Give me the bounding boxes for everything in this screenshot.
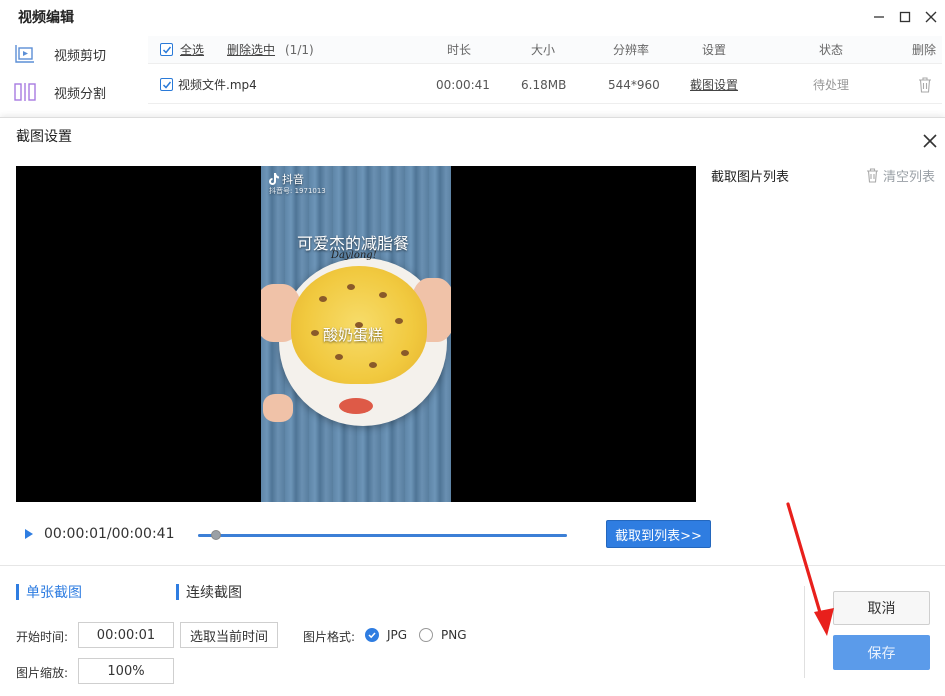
delete-row-button[interactable] bbox=[918, 66, 932, 103]
sidebar-item-label: 视频剪切 bbox=[54, 48, 107, 64]
radio-checked-icon bbox=[365, 628, 379, 642]
select-all-checkbox[interactable] bbox=[160, 36, 173, 63]
capture-to-list-button[interactable]: 截取到列表>> bbox=[606, 520, 711, 548]
tab-continuous-screenshot[interactable]: 连续截图 bbox=[176, 582, 242, 602]
minimize-button[interactable] bbox=[868, 6, 890, 28]
start-time-label: 开始时间: bbox=[16, 630, 69, 644]
format-option-jpg[interactable]: JPG bbox=[365, 628, 407, 642]
select-current-time-button[interactable]: 选取当前时间 bbox=[180, 622, 278, 648]
maximize-icon bbox=[899, 11, 911, 23]
column-header-resolution: 分辨率 bbox=[613, 43, 650, 57]
column-header-size: 大小 bbox=[531, 43, 556, 57]
video-user-id: 抖音号: 1971013 bbox=[269, 187, 326, 195]
file-name: 视频文件.mp4 bbox=[178, 78, 257, 92]
slider-handle[interactable] bbox=[211, 530, 221, 540]
close-icon bbox=[923, 134, 937, 148]
play-button[interactable] bbox=[24, 528, 34, 544]
video-split-icon bbox=[12, 81, 38, 103]
tiktok-icon bbox=[269, 173, 279, 185]
save-button[interactable]: 保存 bbox=[833, 635, 930, 670]
window-title: 视频编辑 bbox=[18, 10, 74, 26]
format-option-label: JPG bbox=[387, 628, 408, 642]
checkbox-checked-icon bbox=[160, 78, 173, 91]
sidebar-item-label: 视频分割 bbox=[54, 86, 107, 102]
format-option-label: PNG bbox=[441, 628, 467, 642]
title-bar: 视频编辑 bbox=[0, 0, 945, 34]
file-resolution: 544*960 bbox=[608, 77, 660, 92]
image-scale-label: 图片缩放: bbox=[16, 666, 69, 680]
column-header-duration: 时长 bbox=[447, 43, 472, 57]
file-list-header: 全选 删除选中 (1/1) 时长 大小 分辨率 设置 状态 删除 bbox=[148, 36, 942, 64]
video-logo: 抖音 bbox=[269, 171, 304, 187]
trash-icon bbox=[867, 168, 878, 183]
dialog-title: 截图设置 bbox=[16, 129, 72, 145]
sidebar-item-video-cut[interactable]: 视频剪切 bbox=[0, 36, 140, 72]
app-window: 视频编辑 视频剪切 视频分割 全选 删除选中 (1/1) 时长 大小 分辨率 设… bbox=[0, 0, 945, 696]
dialog-close-button[interactable] bbox=[919, 130, 941, 152]
hand-image bbox=[263, 394, 293, 422]
tab-label: 单张截图 bbox=[26, 585, 82, 601]
delete-selected-link[interactable]: 删除选中 bbox=[227, 36, 275, 63]
cancel-button[interactable]: 取消 bbox=[833, 591, 930, 625]
red-arrow-annotation bbox=[786, 502, 834, 636]
image-format-label: 图片格式: bbox=[303, 630, 356, 644]
radio-unchecked-icon bbox=[419, 628, 433, 642]
screenshot-settings-link[interactable]: 截图设置 bbox=[690, 66, 738, 103]
table-row: 视频文件.mp4 00:00:41 6.18MB 544*960 截图设置 待处… bbox=[148, 66, 942, 104]
start-time-input[interactable]: 00:00:01 bbox=[78, 622, 174, 648]
video-preview[interactable]: 抖音 抖音号: 1971013 可爱杰的减脂餐 Daylong! 酸奶蛋糕 bbox=[16, 166, 696, 502]
close-icon bbox=[925, 11, 937, 23]
close-window-button[interactable] bbox=[920, 6, 942, 28]
progress-fill bbox=[198, 534, 567, 537]
trash-icon bbox=[919, 76, 931, 93]
row-checkbox[interactable] bbox=[160, 66, 173, 103]
file-count: (1/1) bbox=[285, 42, 314, 57]
checkbox-checked-icon bbox=[160, 43, 173, 56]
video-caption: 酸奶蛋糕 bbox=[323, 326, 384, 344]
column-header-settings: 设置 bbox=[702, 43, 727, 57]
tab-single-screenshot[interactable]: 单张截图 bbox=[16, 582, 82, 602]
playback-time: 00:00:01/00:00:41 bbox=[44, 526, 175, 542]
video-subtitle: Daylong! bbox=[331, 250, 377, 261]
image-list-title: 截取图片列表 bbox=[711, 170, 790, 185]
video-cut-icon bbox=[12, 43, 38, 65]
column-header-delete: 删除 bbox=[912, 43, 937, 57]
video-logo-text: 抖音 bbox=[282, 173, 304, 186]
maximize-button[interactable] bbox=[894, 6, 916, 28]
select-all-link[interactable]: 全选 bbox=[180, 36, 204, 63]
status-badge: 待处理 bbox=[813, 78, 850, 92]
tab-label: 连续截图 bbox=[186, 585, 242, 601]
image-scale-input[interactable]: 100% bbox=[78, 658, 174, 684]
sidebar-item-video-split[interactable]: 视频分割 bbox=[0, 74, 140, 110]
file-size: 6.18MB bbox=[521, 77, 567, 92]
video-frame: 抖音 抖音号: 1971013 可爱杰的减脂餐 Daylong! 酸奶蛋糕 bbox=[261, 166, 451, 502]
clear-list-button[interactable]: 清空列表 bbox=[866, 166, 935, 185]
minimize-icon bbox=[874, 16, 884, 18]
play-icon bbox=[25, 529, 33, 539]
format-option-png[interactable]: PNG bbox=[419, 628, 467, 642]
file-duration: 00:00:41 bbox=[436, 77, 490, 92]
clear-list-label: 清空列表 bbox=[883, 170, 936, 185]
logo-mark bbox=[339, 398, 373, 414]
progress-slider[interactable] bbox=[198, 530, 567, 540]
column-header-status: 状态 bbox=[819, 43, 844, 57]
